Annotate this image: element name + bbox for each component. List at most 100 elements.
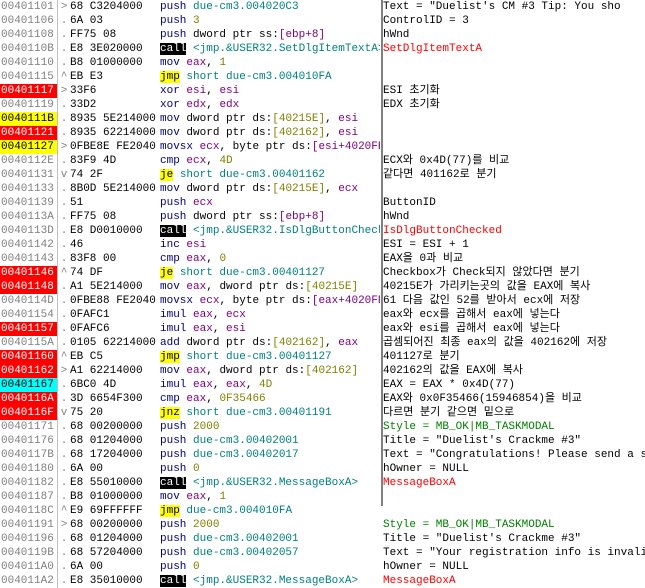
disasm-line[interactable]: 00401157.0FAFC6imul eax, esi (0, 322, 380, 336)
hex-bytes[interactable]: 68 17204000 (70, 448, 160, 462)
hex-bytes[interactable]: 74 2F (70, 168, 160, 182)
hex-bytes[interactable]: E8 55010000 (70, 476, 160, 490)
disasm-line[interactable]: 0040110B.E8 3E020000call <jmp.&USER32.Se… (0, 42, 380, 56)
disasm-line[interactable]: 00401101>68 C3204000push due-cm3.004020C… (0, 0, 380, 14)
comment-line[interactable] (383, 112, 645, 126)
asm-instruction[interactable]: push 0 (160, 560, 380, 574)
asm-instruction[interactable]: push due-cm3.00402017 (160, 448, 380, 462)
address[interactable]: 00401115 (0, 70, 58, 84)
comment-line[interactable]: Text = "Duelist's CM #3 Tip: You sho (383, 0, 645, 14)
asm-instruction[interactable]: mov dword ptr ds:[40215E], esi (160, 112, 380, 126)
disasm-line[interactable]: 0040114D.0FBE88 FE2040movsx ecx, byte pt… (0, 294, 380, 308)
asm-instruction[interactable]: push ecx (160, 196, 380, 210)
disasm-line[interactable]: 0040112E.83F9 4Dcmp ecx, 4D (0, 154, 380, 168)
address[interactable]: 00401154 (0, 308, 58, 322)
asm-instruction[interactable]: push 2000 (160, 420, 380, 434)
disasm-line[interactable]: 00401143.83F8 00cmp eax, 0 (0, 252, 380, 266)
address[interactable]: 00401106 (0, 14, 58, 28)
comment-line[interactable] (383, 56, 645, 70)
comment-line[interactable]: EDX 초기화 (383, 98, 645, 112)
asm-instruction[interactable]: cmp eax, 0 (160, 252, 380, 266)
disasm-line[interactable]: 004011A0.6A 00push 0 (0, 560, 380, 574)
asm-instruction[interactable]: push due-cm3.00402001 (160, 532, 380, 546)
address[interactable]: 00401117 (0, 84, 58, 98)
address[interactable]: 00401119 (0, 98, 58, 112)
disasm-line[interactable]: 00401108.FF75 08push dword ptr ss:[ebp+8… (0, 28, 380, 42)
hex-bytes[interactable]: EB E3 (70, 70, 160, 84)
address[interactable]: 00401142 (0, 238, 58, 252)
address[interactable]: 0040114D (0, 294, 58, 308)
hex-bytes[interactable]: 68 00200000 (70, 518, 160, 532)
disasm-line[interactable]: 004011A2.E8 35010000call <jmp.&USER32.Me… (0, 574, 380, 588)
disasm-line[interactable]: 00401131v74 2Fje short due-cm3.00401162 (0, 168, 380, 182)
comment-line[interactable]: 402162의 값을 EAX에 복사 (383, 364, 645, 378)
comment-line[interactable]: ButtonID (383, 196, 645, 210)
hex-bytes[interactable]: E8 D0010000 (70, 224, 160, 238)
hex-bytes[interactable]: B8 01000000 (70, 490, 160, 504)
asm-instruction[interactable]: jmp due-cm3.004010FA (160, 504, 380, 518)
address[interactable]: 00401160 (0, 350, 58, 364)
address[interactable]: 0040110B (0, 42, 58, 56)
disasm-line[interactable]: 00401115^EB E3jmp short due-cm3.004010FA (0, 70, 380, 84)
asm-instruction[interactable]: inc esi (160, 238, 380, 252)
disasm-line[interactable]: 00401187.B8 01000000mov eax, 1 (0, 490, 380, 504)
comment-line[interactable]: Style = MB_OK|MB_TASKMODAL (383, 518, 645, 532)
asm-instruction[interactable]: movsx ecx, byte ptr ds:[eax+4020FE] (160, 294, 380, 308)
address[interactable]: 00401191 (0, 518, 58, 532)
hex-bytes[interactable]: 6BC0 4D (70, 378, 160, 392)
disasm-line[interactable]: 00401191>68 00200000push 2000 (0, 518, 380, 532)
address[interactable]: 00401133 (0, 182, 58, 196)
comment-line[interactable]: 401127로 분기 (383, 350, 645, 364)
address[interactable]: 00401146 (0, 266, 58, 280)
comment-line[interactable] (383, 70, 645, 84)
address[interactable]: 00401171 (0, 420, 58, 434)
disasm-line[interactable]: 00401148.A1 5E214000mov eax, dword ptr d… (0, 280, 380, 294)
address[interactable]: 0040117B (0, 448, 58, 462)
comment-line[interactable]: EAX = EAX * 0x4D(77) (383, 378, 645, 392)
comment-line[interactable] (383, 504, 645, 518)
asm-instruction[interactable]: mov dword ptr ds:[40215E], ecx (160, 182, 380, 196)
hex-bytes[interactable]: 0FBE8E FE2040 (70, 140, 160, 154)
address[interactable]: 0040111B (0, 112, 58, 126)
comment-line[interactable]: 61 다음 값인 52를 받아서 ecx에 저장 (383, 294, 645, 308)
hex-bytes[interactable]: 8935 62214000 (70, 126, 160, 140)
asm-instruction[interactable]: imul eax, eax, 4D (160, 378, 380, 392)
disasm-line[interactable]: 0040116Fv75 20jnz short due-cm3.00401191 (0, 406, 380, 420)
asm-instruction[interactable]: jmp short due-cm3.00401127 (160, 350, 380, 364)
asm-instruction[interactable]: push dword ptr ss:[ebp+8] (160, 210, 380, 224)
asm-instruction[interactable]: mov eax, 1 (160, 56, 380, 70)
hex-bytes[interactable]: A1 5E214000 (70, 280, 160, 294)
disasm-line[interactable]: 00401110.B8 01000000mov eax, 1 (0, 56, 380, 70)
hex-bytes[interactable]: 74 DF (70, 266, 160, 280)
disasm-line[interactable]: 00401162>A1 62214000mov eax, dword ptr d… (0, 364, 380, 378)
hex-bytes[interactable]: 83F8 00 (70, 252, 160, 266)
asm-instruction[interactable]: call <jmp.&USER32.SetDlgItemTextA> (160, 42, 380, 56)
address[interactable]: 0040116A (0, 392, 58, 406)
hex-bytes[interactable]: 0105 62214000 (70, 336, 160, 350)
asm-instruction[interactable]: jnz short due-cm3.00401191 (160, 406, 380, 420)
address[interactable]: 00401139 (0, 196, 58, 210)
hex-bytes[interactable]: FF75 08 (70, 210, 160, 224)
hex-bytes[interactable]: FF75 08 (70, 28, 160, 42)
hex-bytes[interactable]: 6A 00 (70, 462, 160, 476)
comment-line[interactable]: EAX와 0x0F35466(15946854)을 비교 (383, 392, 645, 406)
hex-bytes[interactable]: 0FAFC6 (70, 322, 160, 336)
comment-line[interactable]: EAX을 0과 비교 (383, 252, 645, 266)
address[interactable]: 00401110 (0, 56, 58, 70)
hex-bytes[interactable]: 8B0D 5E214000 (70, 182, 160, 196)
hex-bytes[interactable]: 68 C3204000 (70, 0, 160, 14)
address[interactable]: 00401162 (0, 364, 58, 378)
hex-bytes[interactable]: 68 00200000 (70, 420, 160, 434)
hex-bytes[interactable]: E9 69FFFFFF (70, 504, 160, 518)
disasm-line[interactable]: 0040115A.0105 62214000add dword ptr ds:[… (0, 336, 380, 350)
disasm-line[interactable]: 00401182.E8 55010000call <jmp.&USER32.Me… (0, 476, 380, 490)
asm-instruction[interactable]: add dword ptr ds:[402162], eax (160, 336, 380, 350)
asm-instruction[interactable]: je short due-cm3.00401127 (160, 266, 380, 280)
asm-instruction[interactable]: imul eax, esi (160, 322, 380, 336)
comment-line[interactable]: Title = "Duelist's Crackme #3" (383, 434, 645, 448)
hex-bytes[interactable]: 68 01204000 (70, 532, 160, 546)
hex-bytes[interactable]: B8 01000000 (70, 56, 160, 70)
comment-line[interactable]: hWnd (383, 210, 645, 224)
address[interactable]: 004011A0 (0, 560, 58, 574)
asm-instruction[interactable]: push due-cm3.00402057 (160, 546, 380, 560)
